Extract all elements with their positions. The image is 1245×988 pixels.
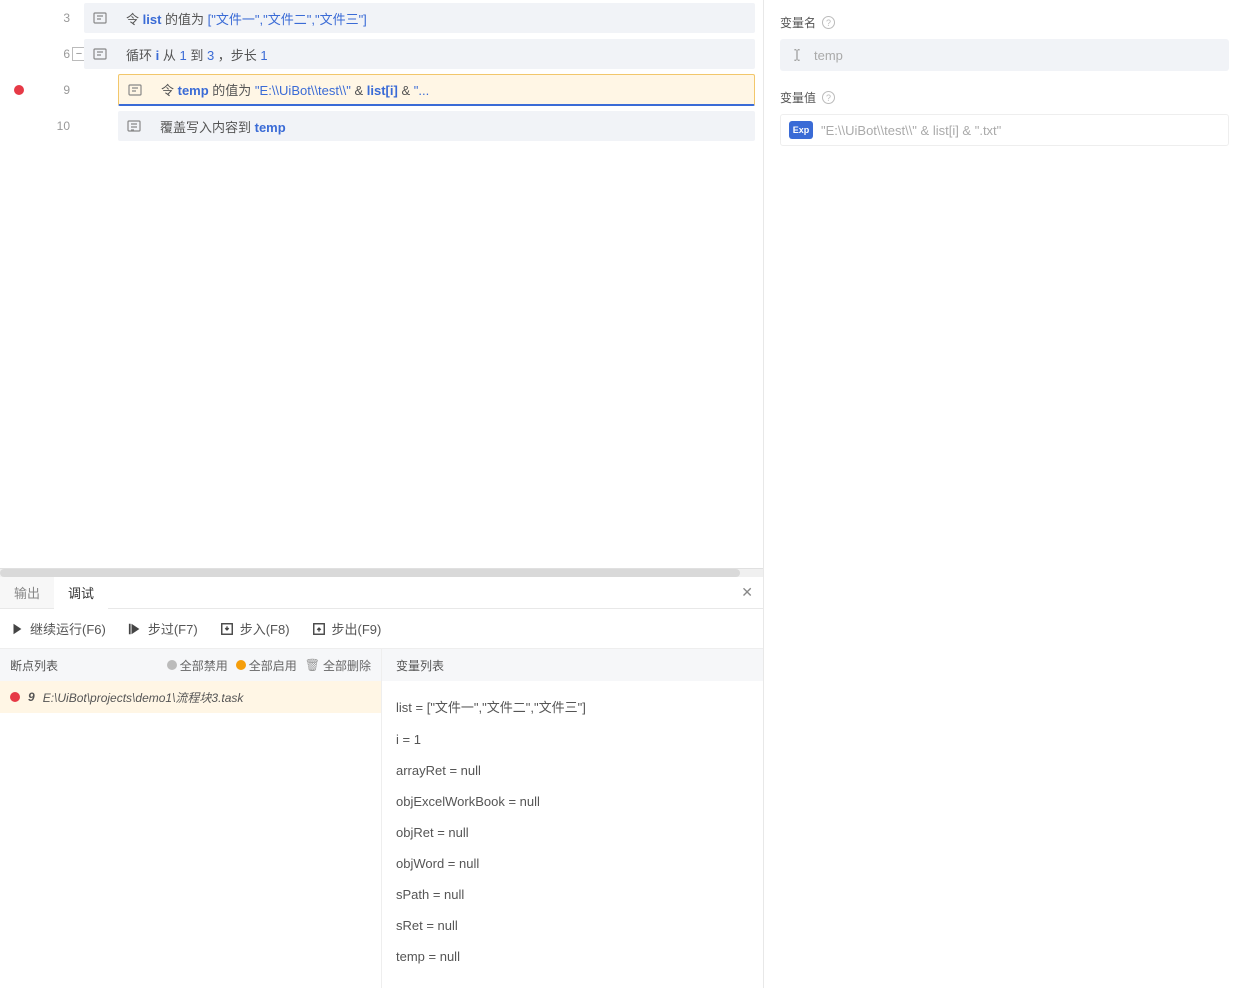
button-label: 继续运行(F6) <box>30 619 106 638</box>
code-block[interactable]: 令 temp 的值为 "E:\\UiBot\\test\\" & list[i]… <box>118 74 755 106</box>
step-out-button[interactable]: 步出(F9) <box>312 619 382 638</box>
bottom-panel: 输出 调试 ✕ 继续运行(F6) 步过(F7) 步入(F8) 步出(F9) 断点列表 … <box>0 568 763 988</box>
code-block[interactable]: 覆盖写入内容到 temp <box>118 111 755 141</box>
tab-debug[interactable]: 调试 <box>54 578 108 609</box>
assign-icon <box>92 10 108 26</box>
variable-item[interactable]: objWord = null <box>396 848 749 879</box>
line-number: 6 <box>46 47 70 61</box>
delete-all-button[interactable]: 🗑全部删除 <box>305 657 371 674</box>
button-label: 步过(F7) <box>148 619 198 638</box>
breakpoint-row[interactable]: 9 E:\UiBot\projects\demo1\流程块3.task <box>0 681 381 713</box>
code-line[interactable]: 6− 循环 i 从 1 到 3 ，步长 1 <box>0 36 763 72</box>
assign-icon <box>127 82 143 98</box>
play-button[interactable]: 继续运行(F6) <box>10 619 106 638</box>
variable-list-title: 变量列表 <box>382 649 763 681</box>
code-text: 令 list 的值为 ["文件一","文件二","文件三"] <box>126 9 367 28</box>
step-over-icon <box>128 622 142 636</box>
enable-all-button[interactable]: 全部启用 <box>236 657 297 674</box>
gutter[interactable]: 10 <box>0 108 80 144</box>
line-body: 循环 i 从 1 到 3 ，步长 1 <box>80 36 763 72</box>
code-block[interactable]: 令 list 的值为 ["文件一","文件二","文件三"] <box>84 3 755 33</box>
gutter[interactable]: 9 <box>0 72 80 108</box>
variable-item[interactable]: temp = null <box>396 941 749 972</box>
var-name-input[interactable] <box>814 48 1221 63</box>
gutter[interactable]: 3 <box>0 0 80 36</box>
help-icon[interactable]: ? <box>822 91 835 104</box>
code-line[interactable]: 9 令 temp 的值为 "E:\\UiBot\\test\\" & list[i… <box>0 72 763 108</box>
line-number: 10 <box>46 119 70 133</box>
tab-output[interactable]: 输出 <box>0 577 54 608</box>
debug-toolbar: 继续运行(F6) 步过(F7) 步入(F8) 步出(F9) <box>0 609 763 649</box>
text-cursor-icon <box>788 46 806 64</box>
variable-item[interactable]: list = ["文件一","文件二","文件三"] <box>396 689 749 724</box>
breakpoint-panel: 断点列表 全部禁用 全部启用 🗑全部删除 9 E:\UiBot\projects\… <box>0 649 382 988</box>
variable-panel: 变量列表 list = ["文件一","文件二","文件三"]i = 1arra… <box>382 649 763 988</box>
breakpoint-line: 9 <box>28 690 35 704</box>
var-name-label: 变量名 ? <box>780 14 1229 31</box>
step-in-icon <box>220 622 234 636</box>
code-line[interactable]: 3 令 list 的值为 ["文件一","文件二","文件三"] <box>0 0 763 36</box>
help-icon[interactable]: ? <box>822 16 835 29</box>
scrollbar-thumb[interactable] <box>0 569 740 577</box>
line-number: 3 <box>46 11 70 25</box>
code-editor[interactable]: 3 令 list 的值为 ["文件一","文件二","文件三"] 6− 循环 i 从 … <box>0 0 763 568</box>
breakpoint-dot[interactable] <box>14 85 24 95</box>
step-out-icon <box>312 622 326 636</box>
line-body: 令 list 的值为 ["文件一","文件二","文件三"] <box>80 0 763 36</box>
var-value-input-wrap[interactable]: Exp <box>780 114 1229 146</box>
horizontal-scrollbar[interactable] <box>0 569 763 577</box>
variable-item[interactable]: i = 1 <box>396 724 749 755</box>
variable-item[interactable]: objRet = null <box>396 817 749 848</box>
variable-item[interactable]: sPath = null <box>396 879 749 910</box>
breakpoint-dot-icon <box>10 692 20 702</box>
code-text: 令 temp 的值为 "E:\\UiBot\\test\\" & list[i]… <box>161 80 429 99</box>
bottom-tabs: 输出 调试 ✕ <box>0 577 763 609</box>
expression-chip[interactable]: Exp <box>789 121 813 139</box>
variable-item[interactable]: objExcelWorkBook = null <box>396 786 749 817</box>
gutter[interactable]: 6− <box>0 36 80 72</box>
variable-item[interactable]: sRet = null <box>396 910 749 941</box>
minus-circle-icon <box>167 660 177 670</box>
properties-panel: 变量名 ? 变量值 ? Exp <box>764 0 1245 988</box>
dot-icon <box>236 660 246 670</box>
var-name-input-wrap[interactable] <box>780 39 1229 71</box>
line-body: 覆盖写入内容到 temp <box>80 108 763 144</box>
line-number: 9 <box>46 83 70 97</box>
code-text: 循环 i 从 1 到 3 ，步长 1 <box>126 45 268 64</box>
button-label: 步入(F8) <box>240 619 290 638</box>
code-text: 覆盖写入内容到 temp <box>160 117 286 136</box>
close-icon[interactable]: ✕ <box>741 584 753 601</box>
trash-icon: 🗑 <box>305 658 320 672</box>
write-icon <box>126 118 142 134</box>
var-value-label: 变量值 ? <box>780 89 1229 106</box>
breakpoint-path: E:\UiBot\projects\demo1\流程块3.task <box>43 689 244 706</box>
step-over-button[interactable]: 步过(F7) <box>128 619 198 638</box>
line-body: 令 temp 的值为 "E:\\UiBot\\test\\" & list[i]… <box>80 72 763 108</box>
code-block[interactable]: 循环 i 从 1 到 3 ，步长 1 <box>84 39 755 69</box>
var-value-input[interactable] <box>821 123 1220 138</box>
breakpoint-list-title: 断点列表 <box>10 657 159 674</box>
disable-all-button[interactable]: 全部禁用 <box>167 657 228 674</box>
code-line[interactable]: 10 覆盖写入内容到 temp <box>0 108 763 144</box>
variable-item[interactable]: arrayRet = null <box>396 755 749 786</box>
button-label: 步出(F9) <box>332 619 382 638</box>
assign-icon <box>92 46 108 62</box>
step-in-button[interactable]: 步入(F8) <box>220 619 290 638</box>
play-icon <box>10 622 24 636</box>
